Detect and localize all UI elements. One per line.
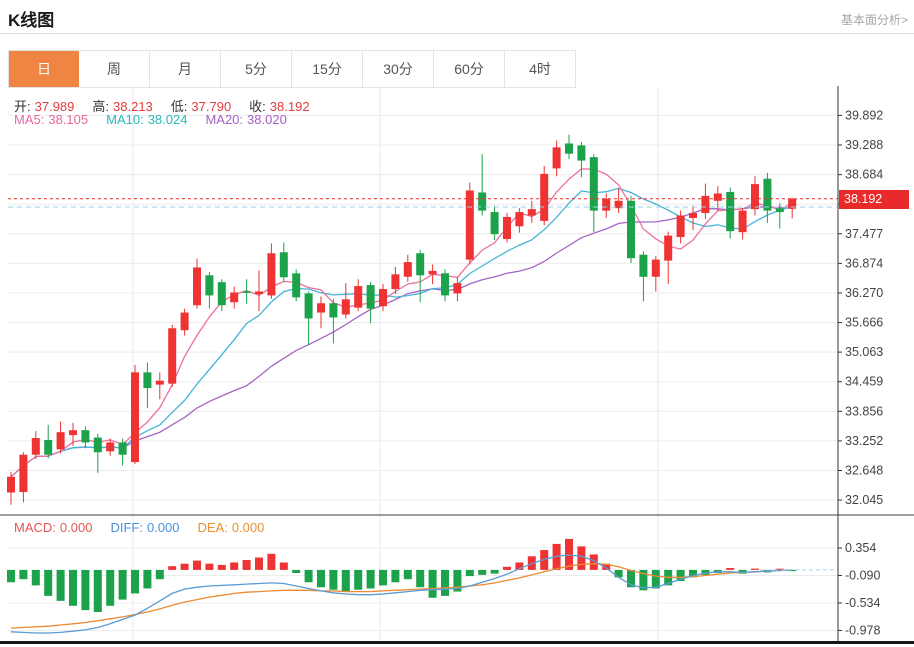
macd-readout: MACD:0.000 DIFF:0.000 DEA:0.000 [14, 520, 282, 535]
readout-DEA: DEA:0.000 [197, 520, 268, 535]
tab-period-6[interactable]: 60分 [434, 51, 505, 87]
header-divider [0, 33, 914, 34]
svg-text:36.874: 36.874 [845, 256, 883, 270]
tab-period-1[interactable]: 周 [79, 51, 150, 87]
tab-period-0[interactable]: 日 [9, 51, 79, 87]
readout-MA20: MA20:38.020 [205, 112, 290, 127]
current-price-tag: 38.192 [839, 190, 909, 209]
bottom-border [0, 641, 914, 644]
svg-text:33.252: 33.252 [845, 434, 883, 448]
readout-MA10: MA10:38.024 [106, 112, 191, 127]
svg-text:0.354: 0.354 [845, 541, 876, 555]
svg-text:-0.534: -0.534 [845, 596, 880, 610]
readout-MA5: MA5:38.105 [14, 112, 92, 127]
ma-readout: MA5:38.105 MA10:38.024 MA20:38.020 [14, 112, 305, 127]
tab-period-4[interactable]: 15分 [292, 51, 363, 87]
svg-text:34.459: 34.459 [845, 375, 883, 389]
svg-text:36.270: 36.270 [845, 286, 883, 300]
readout-DIFF: DIFF:0.000 [110, 520, 183, 535]
tab-period-5[interactable]: 30分 [363, 51, 434, 87]
page-title: K线图 [8, 6, 54, 31]
readout-MACD: MACD:0.000 [14, 520, 96, 535]
tab-period-2[interactable]: 月 [150, 51, 221, 87]
fundamental-analysis-link[interactable]: 基本面分析> [841, 11, 908, 28]
svg-text:-0.978: -0.978 [845, 623, 880, 637]
svg-text:37.477: 37.477 [845, 227, 883, 241]
tab-period-7[interactable]: 4时 [505, 51, 575, 87]
period-tabs: 日周月5分15分30分60分4时 [8, 50, 576, 88]
svg-text:39.288: 39.288 [845, 138, 883, 152]
svg-text:35.063: 35.063 [845, 345, 883, 359]
svg-text:35.666: 35.666 [845, 316, 883, 330]
svg-text:32.648: 32.648 [845, 464, 883, 478]
svg-text:38.684: 38.684 [845, 168, 883, 182]
svg-text:39.892: 39.892 [845, 108, 883, 122]
svg-text:32.045: 32.045 [845, 493, 883, 507]
svg-text:33.856: 33.856 [845, 404, 883, 418]
tab-period-3[interactable]: 5分 [221, 51, 292, 87]
svg-text:-0.090: -0.090 [845, 568, 880, 582]
